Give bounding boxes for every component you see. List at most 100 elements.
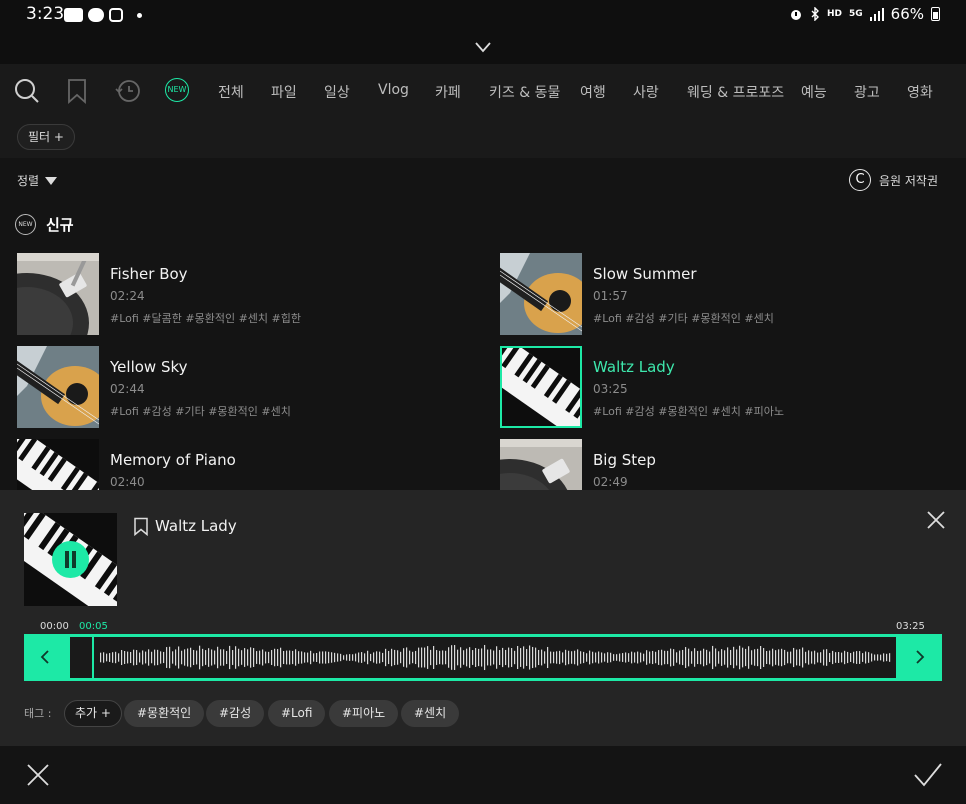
copyright-button[interactable]: C 음원 저작권 — [848, 169, 938, 191]
waveform-bar — [778, 649, 780, 666]
tab-all[interactable]: 전체 — [218, 82, 244, 102]
piano-image — [17, 439, 99, 490]
chevron-left-icon[interactable] — [39, 650, 51, 664]
track-item[interactable]: Fisher Boy 02:24 #Lofi #달콤한 #몽환적인 #센치 #힙… — [17, 253, 457, 337]
sort-dropdown[interactable]: 정렬 — [17, 172, 58, 189]
waveform-bar — [601, 652, 603, 663]
waveform-bar — [682, 649, 684, 666]
waveform-bar — [121, 650, 123, 665]
waveform-bar — [559, 650, 561, 665]
bookmark-icon[interactable] — [133, 517, 149, 536]
tab-movie[interactable]: 영화 — [907, 82, 933, 102]
tab-travel[interactable]: 여행 — [580, 82, 606, 102]
waveform-bar — [844, 650, 846, 665]
waveform-bar — [250, 647, 252, 668]
tab-ad[interactable]: 광고 — [854, 82, 880, 102]
playhead[interactable] — [92, 637, 94, 678]
waveform-bar — [730, 649, 732, 666]
track-item[interactable]: Slow Summer 01:57 #Lofi #감성 #기타 #몽환적인 #센… — [500, 253, 940, 337]
tab-new[interactable]: NEW — [165, 78, 189, 102]
waveform-bar — [157, 649, 159, 666]
net-label: 5G — [849, 8, 863, 19]
waveform-bar — [265, 651, 267, 664]
waveform-bar — [811, 651, 813, 664]
waveform-bar — [871, 653, 873, 662]
track-item-selected[interactable]: Waltz Lady 03:25 #Lofi #감성 #몽환적인 #센치 #피아… — [500, 346, 940, 430]
waveform-bar — [130, 651, 132, 664]
track-tags: #Lofi #달콤한 #몽환적인 #센치 #힙한 — [110, 312, 301, 325]
waveform-bar — [622, 653, 624, 662]
waveform[interactable] — [70, 637, 896, 678]
waveform-bar — [346, 654, 348, 661]
tag-chip[interactable]: #감성 — [206, 700, 265, 727]
add-tag-button[interactable]: 추가 + — [64, 700, 122, 727]
tab-vlog[interactable]: Vlog — [378, 82, 409, 98]
track-item[interactable]: Yellow Sky 02:44 #Lofi #감성 #기타 #몽환적인 #센치 — [17, 346, 457, 430]
collapse-bar[interactable] — [0, 30, 966, 64]
waveform-bar — [247, 649, 249, 666]
waveform-bar — [541, 649, 543, 666]
pause-button[interactable] — [52, 541, 89, 578]
tab-file[interactable]: 파일 — [271, 82, 297, 102]
tab-kids-animals[interactable]: 키즈 & 동물 — [489, 82, 560, 102]
system-icons: HD 5G 66% — [789, 5, 940, 23]
waveform-bar — [823, 649, 825, 666]
waveform-bar — [751, 650, 753, 665]
waveform-bar — [208, 648, 210, 667]
waveform-bar — [442, 650, 444, 665]
waveform-bar — [304, 652, 306, 663]
tab-daily[interactable]: 일상 — [324, 82, 350, 102]
waveform-bar — [772, 648, 774, 667]
waveform-bar — [793, 647, 795, 668]
tab-love[interactable]: 사랑 — [633, 82, 659, 102]
copyright-label: 음원 저작권 — [878, 173, 938, 188]
tab-wedding[interactable]: 웨딩 & 프로포즈 — [687, 82, 784, 102]
waveform-bar — [241, 650, 243, 665]
tag-chip[interactable]: #몽환적인 — [124, 700, 205, 727]
battery-icon — [931, 7, 940, 21]
waveform-bar — [214, 650, 216, 665]
waveform-bar — [553, 651, 555, 664]
waveform-bar — [142, 650, 144, 665]
search-icon[interactable] — [14, 78, 40, 104]
waveform-bar — [193, 649, 195, 666]
track-item[interactable]: Memory of Piano 02:40 — [17, 439, 457, 490]
waveform-bar — [289, 650, 291, 665]
tag-chip[interactable]: #피아노 — [329, 700, 399, 727]
waveform-bar — [328, 651, 330, 664]
waveform-bar — [655, 651, 657, 664]
waveform-bar — [322, 651, 324, 664]
tag-chip[interactable]: #센치 — [401, 700, 460, 727]
section-title: 신규 — [46, 216, 74, 234]
tab-cafe[interactable]: 카페 — [435, 82, 461, 102]
waveform-bar — [205, 650, 207, 665]
history-icon[interactable] — [114, 78, 142, 104]
close-icon[interactable] — [926, 510, 946, 530]
cancel-icon[interactable] — [26, 763, 50, 787]
waveform-bar — [862, 653, 864, 662]
waveform-bar — [262, 649, 264, 666]
track-thumbnail — [17, 346, 99, 428]
waveform-bar — [217, 646, 219, 669]
confirm-check-icon[interactable] — [913, 762, 943, 788]
waveform-bar — [832, 650, 834, 665]
waveform-bar — [880, 654, 882, 661]
bookmark-icon[interactable] — [67, 78, 87, 104]
tab-entertainment[interactable]: 예능 — [801, 82, 827, 102]
waveform-bar — [235, 646, 237, 669]
waveform-bar — [550, 651, 552, 664]
tag-chip[interactable]: #Lofi — [268, 700, 326, 727]
chevron-down-icon[interactable] — [474, 40, 492, 54]
chevron-right-icon[interactable] — [914, 650, 926, 664]
waveform-bar — [613, 654, 615, 661]
waveform-bar — [775, 650, 777, 665]
waveform-trimmer[interactable] — [24, 634, 942, 681]
waveform-bar — [127, 651, 129, 664]
waveform-bar — [628, 653, 630, 662]
filter-button[interactable]: 필터 + — [17, 124, 75, 150]
waveform-bar — [619, 653, 621, 662]
waveform-bar — [175, 649, 177, 666]
waveform-bar — [859, 651, 861, 664]
track-item[interactable]: Big Step 02:49 — [500, 439, 940, 490]
waveform-bar — [706, 649, 708, 666]
